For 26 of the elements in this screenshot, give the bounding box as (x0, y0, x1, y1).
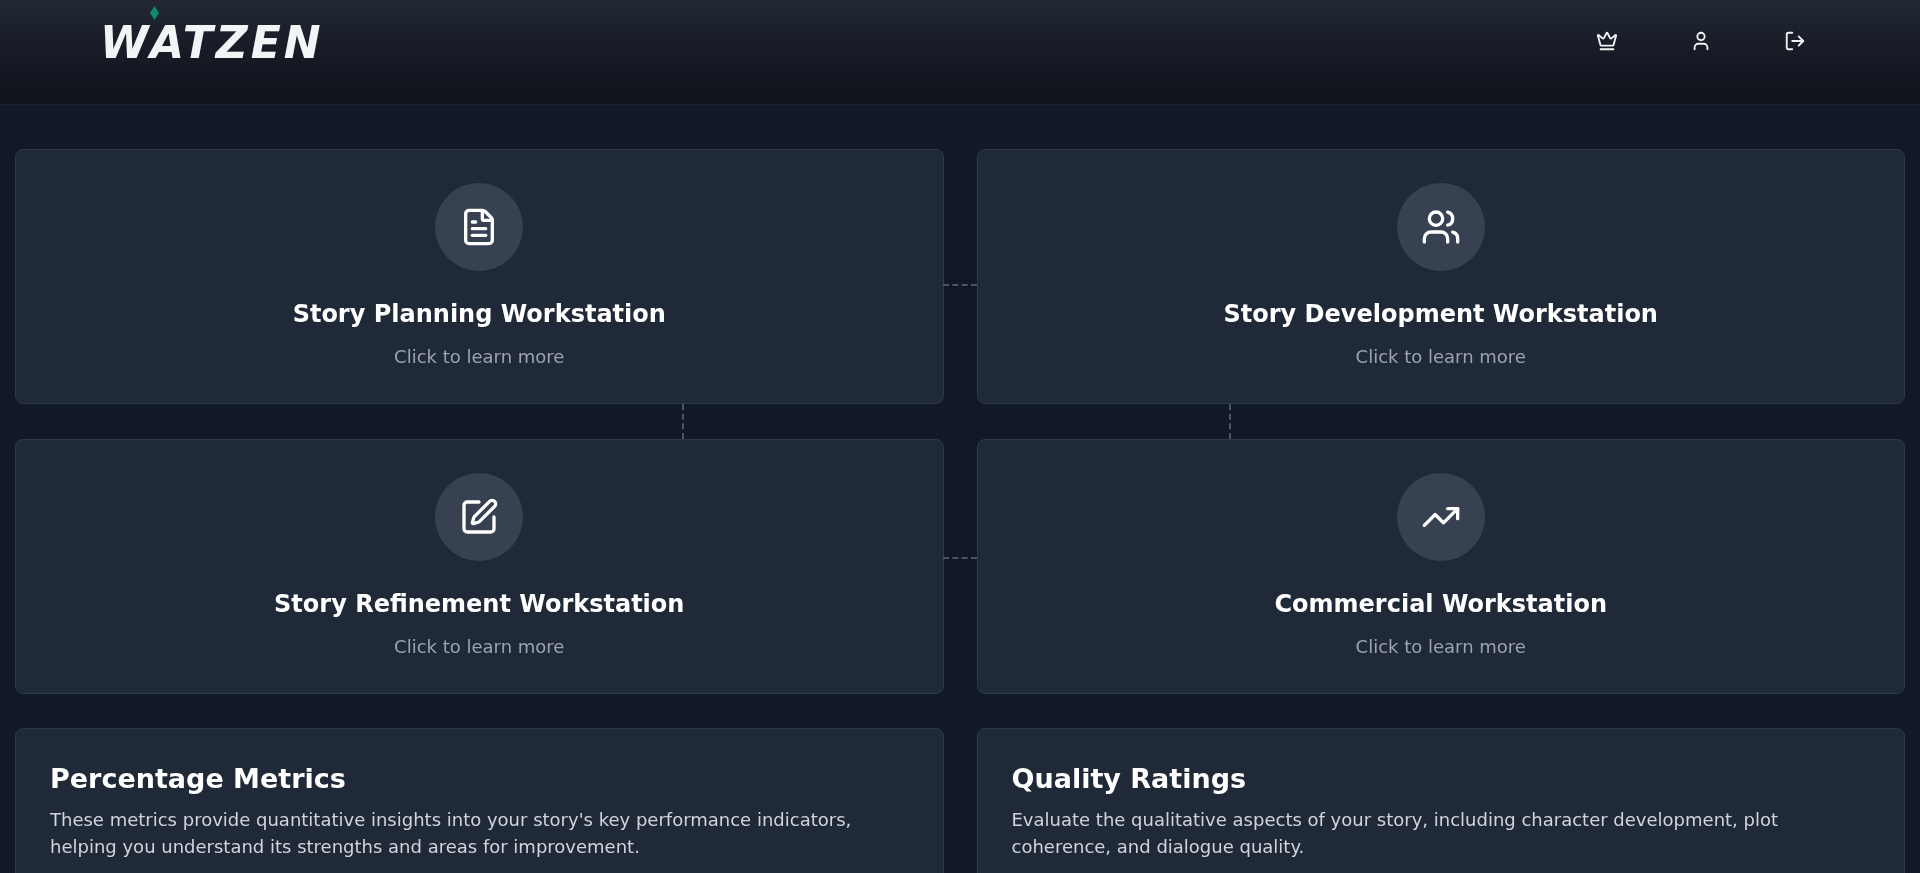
logout-icon (1784, 30, 1806, 52)
card-title: Story Planning Workstation (292, 300, 666, 328)
card-title: Story Refinement Workstation (274, 590, 685, 618)
dashed-connector (1229, 404, 1231, 439)
dashed-connector (943, 557, 977, 559)
info-description: Evaluate the qualitative aspects of your story, including character development, plot coherence, and dialogue quality. (1011, 808, 1780, 859)
dashed-connector (943, 284, 977, 286)
workstation-card[interactable]: Commercial Workstation Click to learn more (976, 439, 1905, 694)
workstation-card[interactable]: Story Planning Workstation Click to learn more (15, 149, 944, 404)
card-title: Story Development Workstation (1223, 300, 1658, 328)
card-subtitle: Click to learn more (394, 636, 565, 657)
users-icon (1420, 207, 1461, 247)
logo[interactable]: WATZEN (100, 21, 324, 65)
info-title: Quality Ratings (1011, 763, 1248, 794)
diamond-icon (150, 6, 159, 20)
info-title: Percentage Metrics (50, 763, 347, 794)
card-subtitle: Click to learn more (1355, 636, 1526, 657)
pen-square-icon (459, 497, 500, 537)
workstation-card[interactable]: Story Refinement Workstation Click to learn more (15, 439, 944, 694)
dashed-connector (682, 404, 684, 439)
info-description: These metrics provide quantitative insights into your story's key performance indicators, helping you understand its strengths and areas for improvement. (50, 808, 853, 859)
workstation-card[interactable]: Story Development Workstation Click to learn more (976, 149, 1905, 404)
crown-icon (1596, 30, 1618, 52)
card-subtitle: Click to learn more (1355, 346, 1526, 367)
card-title: Commercial Workstation (1274, 590, 1608, 618)
card-subtitle: Click to learn more (394, 346, 565, 367)
